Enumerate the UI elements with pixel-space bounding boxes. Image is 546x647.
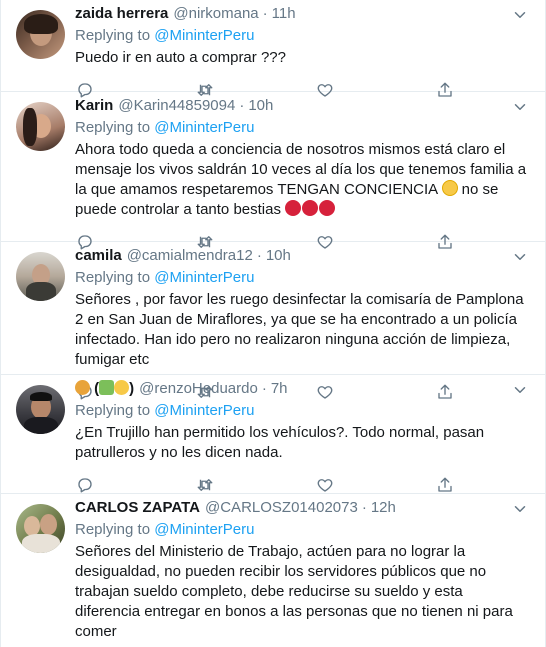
display-name[interactable]: () bbox=[75, 379, 134, 399]
replying-to: Replying to @MininterPeru bbox=[75, 520, 529, 540]
timestamp[interactable]: 7h bbox=[271, 379, 288, 399]
chevron-down-icon[interactable] bbox=[511, 500, 529, 518]
avatar[interactable] bbox=[16, 385, 65, 434]
tweet-text: ¿En Trujillo han permitido los vehículos… bbox=[75, 424, 489, 461]
tweet-text: Señores , por favor les ruego desinfecta… bbox=[75, 291, 528, 368]
avatar[interactable] bbox=[16, 504, 65, 553]
retweet-icon[interactable] bbox=[195, 475, 215, 495]
tweet-header: camila @camialmendra12 · 10h bbox=[75, 246, 529, 266]
display-name[interactable]: camila bbox=[75, 246, 122, 266]
tweet[interactable]: Karin @Karin44859094 · 10h Replying to @… bbox=[1, 92, 545, 250]
tweet-text: Puedo ir en auto a comprar ??? bbox=[75, 49, 286, 66]
tweet[interactable]: camila @camialmendra12 · 10h Replying to… bbox=[1, 242, 545, 400]
user-handle[interactable]: @Karin44859094 bbox=[118, 96, 235, 116]
separator-dot: · bbox=[361, 499, 367, 516]
user-handle[interactable]: @camialmendra12 bbox=[127, 246, 253, 266]
mask-face-icon bbox=[114, 380, 130, 395]
avatar[interactable] bbox=[16, 252, 65, 301]
display-name[interactable]: zaida herrera bbox=[75, 4, 168, 24]
display-name[interactable]: CARLOS ZAPATA bbox=[75, 498, 200, 518]
avatar[interactable] bbox=[16, 10, 65, 59]
replying-label: Replying to bbox=[75, 119, 151, 136]
replies-feed: zaida herrera @nirkomana · 11h Replying … bbox=[0, 0, 546, 647]
replying-to: Replying to @MininterPeru bbox=[75, 401, 529, 421]
tweet-header: zaida herrera @nirkomana · 11h bbox=[75, 4, 529, 24]
mention-link[interactable]: @MininterPeru bbox=[154, 27, 254, 44]
separator-dot: · bbox=[262, 5, 268, 22]
chevron-down-icon[interactable] bbox=[511, 248, 529, 266]
tweet-text: Ahora todo queda a conciencia de nosotro… bbox=[75, 140, 529, 220]
angry-face-icon bbox=[302, 200, 319, 216]
mention-link[interactable]: @MininterPeru bbox=[154, 269, 254, 286]
timestamp[interactable]: 12h bbox=[371, 498, 396, 518]
separator-dot: · bbox=[239, 97, 245, 114]
display-name-close: ) bbox=[129, 380, 135, 397]
separator-dot: · bbox=[261, 380, 267, 397]
share-icon[interactable] bbox=[435, 475, 455, 495]
avatar[interactable] bbox=[16, 102, 65, 151]
replying-to: Replying to @MininterPeru bbox=[75, 268, 529, 288]
tweet[interactable]: () @renzoHeduardo · 7h Replying to @Mini… bbox=[1, 375, 545, 494]
user-handle[interactable]: @CARLOSZ01402073 bbox=[205, 498, 358, 518]
chevron-down-icon[interactable] bbox=[511, 98, 529, 116]
user-handle[interactable]: @nirkomana bbox=[173, 4, 258, 24]
reply-icon[interactable] bbox=[75, 475, 95, 495]
timestamp[interactable]: 10h bbox=[248, 96, 273, 116]
chevron-down-icon[interactable] bbox=[511, 6, 529, 24]
house-icon bbox=[99, 380, 115, 395]
tweet[interactable]: zaida herrera @nirkomana · 11h Replying … bbox=[1, 0, 545, 98]
tweet-header: CARLOS ZAPATA @CARLOSZ01402073 · 12h bbox=[75, 498, 529, 518]
angry-face-icon bbox=[285, 200, 302, 216]
mention-link[interactable]: @MininterPeru bbox=[154, 119, 254, 136]
tweet[interactable]: CARLOS ZAPATA @CARLOSZ01402073 · 12h Rep… bbox=[1, 494, 545, 647]
user-handle[interactable]: @renzoHeduardo bbox=[139, 379, 258, 399]
replying-to: Replying to @MininterPeru bbox=[75, 26, 529, 46]
like-icon[interactable] bbox=[315, 475, 335, 495]
separator-dot: · bbox=[256, 247, 262, 264]
relieved-face-icon bbox=[441, 180, 458, 196]
timestamp[interactable]: 11h bbox=[272, 4, 296, 24]
angry-face-icon bbox=[319, 200, 336, 216]
mention-link[interactable]: @MininterPeru bbox=[154, 521, 254, 538]
replying-to: Replying to @MininterPeru bbox=[75, 118, 529, 138]
tweet-header: Karin @Karin44859094 · 10h bbox=[75, 96, 529, 116]
tweet-text: Señores del Ministerio de Trabajo, actúe… bbox=[75, 543, 517, 640]
replying-label: Replying to bbox=[75, 269, 151, 286]
replying-label: Replying to bbox=[75, 27, 151, 44]
tweet-header: () @renzoHeduardo · 7h bbox=[75, 379, 529, 399]
lion-icon bbox=[75, 380, 90, 395]
display-name[interactable]: Karin bbox=[75, 96, 113, 116]
mention-link[interactable]: @MininterPeru bbox=[154, 402, 254, 419]
replying-label: Replying to bbox=[75, 521, 151, 538]
timestamp[interactable]: 10h bbox=[266, 246, 291, 266]
replying-label: Replying to bbox=[75, 402, 151, 419]
chevron-down-icon[interactable] bbox=[511, 381, 529, 399]
